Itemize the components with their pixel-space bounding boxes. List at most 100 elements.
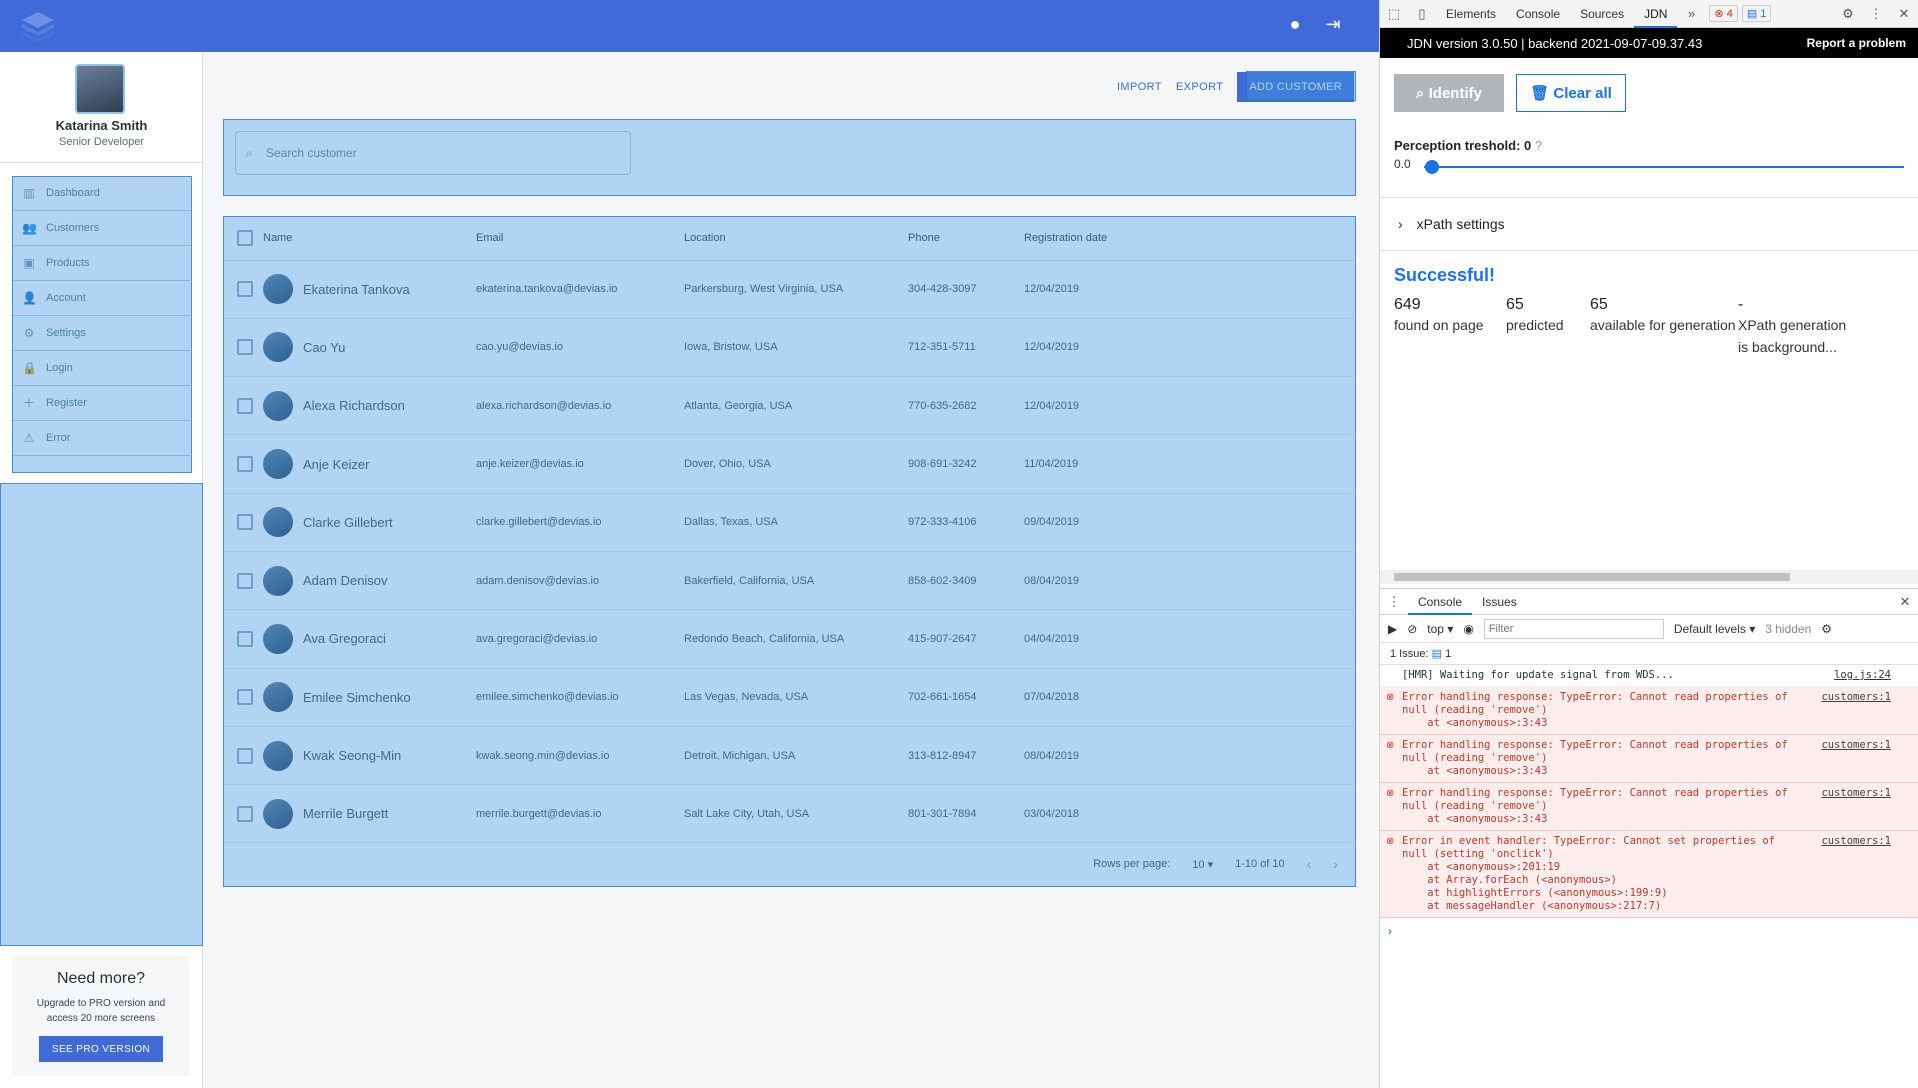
levels-select[interactable]: Default levels ▾ <box>1674 622 1755 636</box>
slider-track[interactable] <box>1424 166 1904 168</box>
settings-gear-icon[interactable]: ⚙ <box>1834 6 1862 22</box>
clear-all-button[interactable]: 🗑 Clear all <box>1516 74 1626 112</box>
table-row[interactable]: Alexa Richardson alexa.richardson@devias… <box>223 376 1354 436</box>
kebab-menu-icon[interactable]: ⋮ <box>1862 6 1890 22</box>
tab-issues[interactable]: Issues <box>1472 589 1527 615</box>
device-toggle-icon[interactable]: ▯ <box>1408 6 1436 22</box>
tab-console-drawer[interactable]: Console <box>1408 589 1473 615</box>
table-row[interactable]: Cao Yu cao.yu@devias.io Iowa, Bristow, U… <box>223 318 1354 378</box>
row-checkbox[interactable] <box>237 630 253 647</box>
identify-button[interactable]: ⌕ Identify <box>1394 74 1504 112</box>
console-filter-input[interactable] <box>1483 618 1664 639</box>
table-row[interactable]: Merrile Burgett merrile.burgett@devias.i… <box>223 784 1354 844</box>
row-checkbox[interactable] <box>237 339 253 356</box>
notifications-icon[interactable]: ● <box>1283 14 1307 35</box>
console-source-link[interactable]: customers:1 <box>1821 739 1891 752</box>
row-checkbox[interactable] <box>237 572 253 589</box>
select-all-checkbox[interactable] <box>237 229 253 246</box>
customer-name-cell[interactable]: Ava Gregoraci <box>263 623 476 654</box>
export-button[interactable]: EXPORT <box>1176 81 1223 93</box>
table-row[interactable]: Ekaterina Tankova ekaterina.tankova@devi… <box>223 260 1354 319</box>
sidebar-item-settings[interactable]: ⚙ Settings <box>12 316 190 351</box>
customer-location: Salt Lake City, Utah, USA <box>684 784 908 844</box>
message-count-badge[interactable]: ▤ 1 <box>1741 5 1772 22</box>
prev-page-icon[interactable]: ‹ <box>1307 856 1312 872</box>
issues-bar[interactable]: 1 Issue: ▤ 1 <box>1380 643 1918 665</box>
context-select[interactable]: top ▾ <box>1427 622 1453 636</box>
table-row[interactable]: Ava Gregoraci ava.gregoraci@devias.io Re… <box>223 609 1354 669</box>
sidebar-item-account[interactable]: 👤 Account <box>12 281 190 316</box>
help-icon[interactable]: ? <box>1535 138 1542 153</box>
tab-elements[interactable]: Elements <box>1436 0 1506 28</box>
import-button[interactable]: IMPORT <box>1117 81 1162 93</box>
console-source-link[interactable]: log.js:24 <box>1834 669 1891 682</box>
logo-icon[interactable] <box>20 10 56 42</box>
customer-email: adam.denisov@devias.io <box>476 551 684 611</box>
sidebar-item-dashboard[interactable]: ▥ Dashboard <box>12 176 190 211</box>
add-customer-button[interactable]: ADD CUSTOMER <box>1237 72 1354 102</box>
xpath-settings-accordion[interactable]: › xPath settings <box>1380 198 1918 250</box>
next-page-icon[interactable]: › <box>1333 856 1338 872</box>
error-count-badge[interactable]: ⊗ 4 <box>1709 5 1738 22</box>
header-email[interactable]: Email <box>476 216 684 261</box>
customer-phone: 858-602-3409 <box>908 551 1024 611</box>
sidebar-item-login[interactable]: 🔒 Login <box>12 351 190 386</box>
row-checkbox[interactable] <box>237 281 253 298</box>
customer-name-cell[interactable]: Merrile Burgett <box>263 798 476 829</box>
eye-icon[interactable]: ◉ <box>1463 622 1473 636</box>
sidebar-item-customers[interactable]: 👥 Customers <box>12 211 190 246</box>
customer-name-cell[interactable]: Kwak Seong-Min <box>263 740 476 771</box>
row-checkbox[interactable] <box>237 514 253 531</box>
customer-name-cell[interactable]: Ekaterina Tankova <box>263 274 476 305</box>
table-row[interactable]: Adam Denisov adam.denisov@devias.io Bake… <box>223 551 1354 611</box>
clear-console-icon[interactable]: ⊘ <box>1407 622 1417 636</box>
tab-console[interactable]: Console <box>1506 0 1570 28</box>
customer-name-cell[interactable]: Alexa Richardson <box>263 390 476 421</box>
header-location[interactable]: Location <box>684 216 908 261</box>
header-phone[interactable]: Phone <box>908 216 1024 261</box>
customer-name-cell[interactable]: Adam Denisov <box>263 565 476 596</box>
context-value: top <box>1427 621 1444 636</box>
console-settings-icon[interactable]: ⚙ <box>1821 622 1832 636</box>
console-prompt[interactable]: › <box>1380 918 1918 944</box>
customer-name-cell[interactable]: Emilee Simchenko <box>263 682 476 713</box>
scrollbar-thumb[interactable] <box>1394 573 1790 581</box>
row-checkbox[interactable] <box>237 456 253 473</box>
table-row[interactable]: Emilee Simchenko emilee.simchenko@devias… <box>223 668 1354 727</box>
tab-sources[interactable]: Sources <box>1570 0 1634 28</box>
row-checkbox[interactable] <box>237 747 253 764</box>
table-row[interactable]: Kwak Seong-Min kwak.seong.min@devias.io … <box>223 726 1354 786</box>
table-row[interactable]: Anje Keizer anje.keizer@devias.io Dover,… <box>223 434 1354 494</box>
customer-name-cell[interactable]: Clarke Gillebert <box>263 507 476 538</box>
drawer-menu-icon[interactable]: ⋮ <box>1380 594 1408 610</box>
avatar[interactable] <box>75 64 125 114</box>
see-pro-button[interactable]: SEE PRO VERSION <box>39 1036 163 1062</box>
perception-slider[interactable]: 0.0 <box>1394 157 1904 177</box>
customer-name-cell[interactable]: Cao Yu <box>263 332 476 363</box>
sidebar-toggle-icon[interactable]: ▶ <box>1388 622 1397 636</box>
header-registration-date[interactable]: Registration date <box>1024 216 1354 261</box>
logout-icon[interactable]: ⇥ <box>1321 14 1345 35</box>
header-name[interactable]: Name <box>263 216 476 261</box>
report-problem-link[interactable]: Report a problem <box>1807 36 1906 50</box>
row-checkbox[interactable] <box>237 805 253 822</box>
sidebar-item-products[interactable]: ▣ Products <box>12 246 190 281</box>
rows-per-page-select[interactable]: 10 ▾ <box>1192 858 1213 871</box>
customer-name-cell[interactable]: Anje Keizer <box>263 449 476 480</box>
sidebar-item-register[interactable]: ＋ Register <box>12 386 190 421</box>
table-row[interactable]: Clarke Gillebert clarke.gillebert@devias… <box>223 493 1354 552</box>
inspect-icon[interactable]: ⬚ <box>1380 6 1408 22</box>
row-checkbox[interactable] <box>237 689 253 706</box>
search-input[interactable] <box>236 132 630 174</box>
more-tabs-icon[interactable]: » <box>1677 6 1705 21</box>
horizontal-scrollbar[interactable] <box>1380 570 1918 584</box>
close-devtools-icon[interactable]: ✕ <box>1890 6 1918 22</box>
console-source-link[interactable]: customers:1 <box>1821 787 1891 800</box>
slider-thumb[interactable] <box>1425 160 1439 174</box>
row-checkbox[interactable] <box>237 397 253 414</box>
console-source-link[interactable]: customers:1 <box>1821 691 1891 704</box>
tab-jdn[interactable]: JDN <box>1634 0 1678 28</box>
sidebar-item-error[interactable]: ⚠ Error <box>12 421 190 456</box>
close-drawer-icon[interactable]: ✕ <box>1891 594 1918 610</box>
console-source-link[interactable]: customers:1 <box>1821 835 1891 848</box>
